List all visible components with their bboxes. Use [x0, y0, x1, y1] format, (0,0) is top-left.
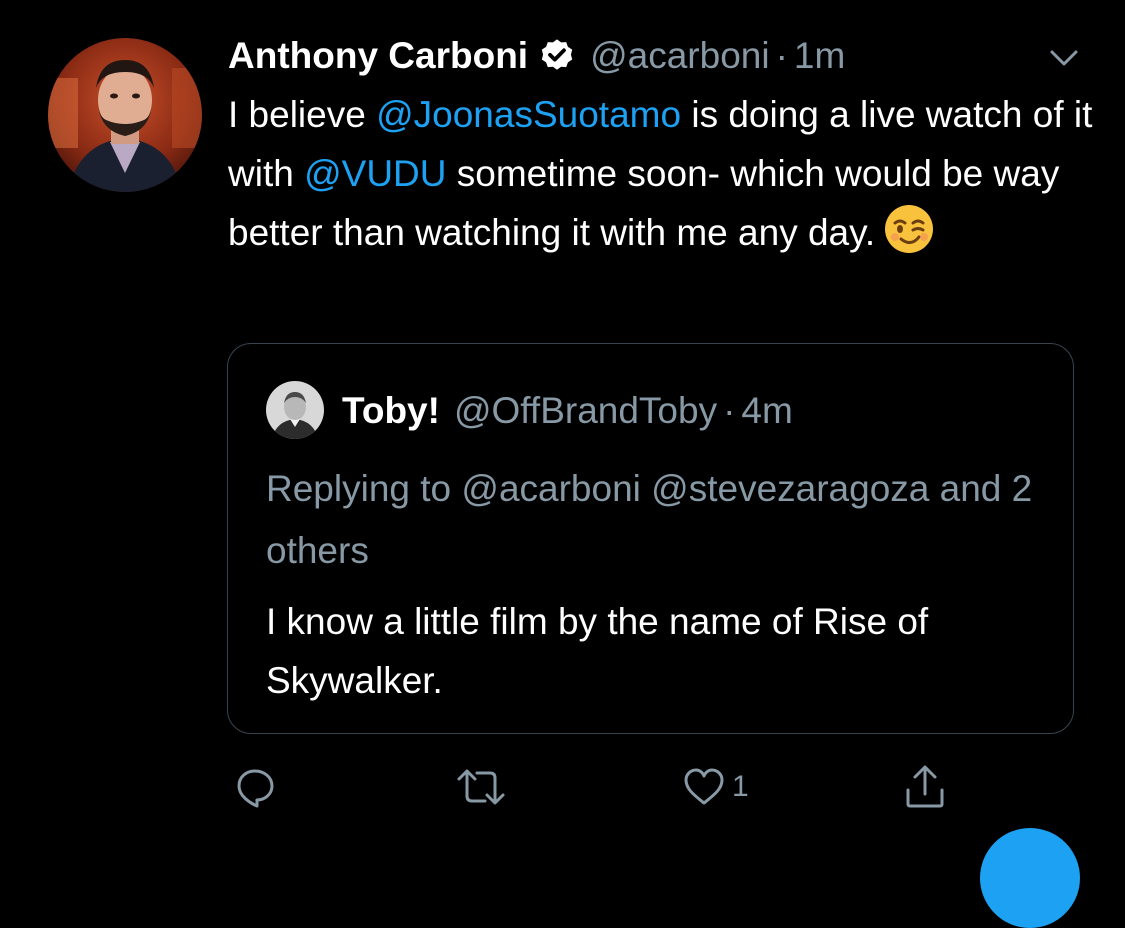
- author-display-name[interactable]: Anthony Carboni: [228, 35, 528, 77]
- author-handle[interactable]: @acarboni: [590, 35, 770, 77]
- tweet-text-part: I believe: [228, 94, 377, 135]
- reply-button[interactable]: [231, 762, 279, 812]
- quoted-tweet-body: I know a little film by the name of Rise…: [266, 601, 929, 701]
- retweet-button[interactable]: [455, 762, 507, 812]
- verified-badge-icon: [538, 37, 576, 75]
- chevron-down-icon: [1050, 50, 1078, 66]
- share-button[interactable]: [900, 762, 950, 812]
- header-separator: ·: [775, 35, 788, 76]
- quoted-author-avatar: [266, 381, 324, 439]
- quoted-header-separator: ·: [723, 390, 736, 431]
- author-avatar-image: [48, 38, 202, 192]
- retweet-icon: [457, 769, 505, 805]
- quoted-tweet-card[interactable]: Toby! @OffBrandToby · 4m Replying to @ac…: [227, 343, 1074, 734]
- share-icon: [906, 765, 944, 808]
- quoted-tweet-timestamp: 4m: [741, 390, 793, 431]
- tweet-timestamp[interactable]: 1m: [794, 35, 845, 77]
- like-count: 1: [732, 770, 749, 803]
- quoted-author-avatar-image: [266, 381, 324, 439]
- quoted-replying-to: Replying to @acarboni @stevezaragoza and…: [266, 468, 1033, 571]
- quoted-author-display-name: Toby!: [342, 390, 440, 431]
- quoted-tweet-header: Toby! @OffBrandToby · 4m: [342, 386, 793, 436]
- reply-icon: [237, 769, 274, 808]
- compose-tweet-button[interactable]: [980, 828, 1080, 928]
- tweet-body: I believe @JoonasSuotamo is doing a live…: [228, 86, 1108, 263]
- mention-link[interactable]: @JoonasSuotamo: [376, 94, 681, 135]
- tweet-menu-button[interactable]: [1044, 40, 1084, 76]
- author-avatar[interactable]: [48, 38, 202, 192]
- winking-face-emoji-icon: [883, 203, 935, 255]
- mention-link[interactable]: @VUDU: [304, 153, 446, 194]
- tweet-header: Anthony Carboni @acarboni · 1m: [228, 28, 845, 84]
- quoted-author-handle: @OffBrandToby: [453, 390, 718, 431]
- heart-icon: [684, 768, 724, 805]
- like-button[interactable]: 1: [680, 762, 749, 812]
